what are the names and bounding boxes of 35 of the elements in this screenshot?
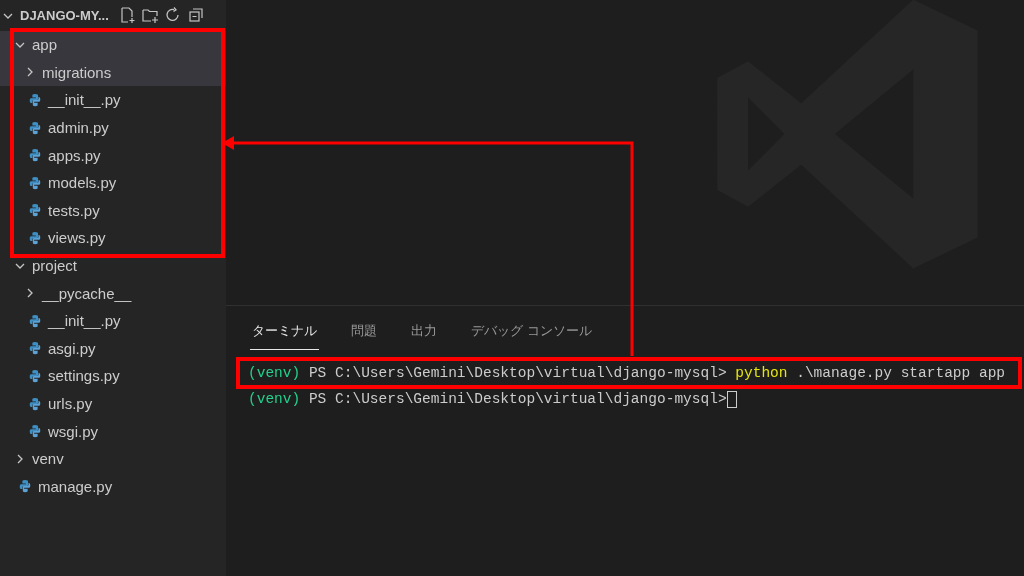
python-file-icon (18, 479, 32, 494)
python-file-icon (28, 175, 42, 190)
explorer-title: DJANGO-MY... (20, 8, 109, 23)
new-folder-icon[interactable] (141, 7, 159, 24)
python-file-icon (28, 148, 42, 163)
python-file-icon (28, 230, 42, 245)
python-file-icon (28, 396, 42, 411)
python-file-icon (28, 120, 42, 135)
new-file-icon[interactable] (118, 7, 136, 24)
python-file-icon (28, 313, 42, 328)
file-item[interactable]: asgi.py (0, 334, 226, 363)
folder-item[interactable]: venv (0, 444, 226, 473)
file-item[interactable]: admin.py (0, 113, 226, 142)
file-item[interactable]: apps.py (0, 141, 226, 169)
python-file-icon (28, 424, 42, 439)
python-file-icon (28, 203, 42, 218)
collapse-all-icon[interactable] (187, 7, 205, 24)
file-item[interactable]: settings.py (0, 362, 226, 390)
file-item[interactable]: urls.py (0, 389, 226, 418)
file-item[interactable]: tests.py (0, 196, 226, 225)
terminal-line: (venv) PS C:\Users\Gemini\Desktop\virtual\django-mysql> python .\manage.py startapp app (248, 364, 1006, 383)
file-item[interactable]: __init__.py (0, 86, 226, 114)
file-item[interactable]: manage.py (0, 472, 226, 501)
python-file-icon (28, 341, 42, 356)
folder-item[interactable]: __pycache__ (0, 279, 226, 307)
python-file-icon (28, 93, 42, 107)
folder-item[interactable]: project (0, 251, 226, 280)
file-item[interactable]: views.py (0, 224, 226, 252)
folder-item[interactable]: app (0, 31, 226, 59)
terminal-line: (venv) PS C:\Users\Gemini\Desktop\virtual\django-mysql> (248, 389, 737, 409)
file-item[interactable]: models.py (0, 168, 226, 197)
file-item[interactable]: __init__.py (0, 306, 226, 335)
refresh-icon[interactable] (164, 7, 182, 24)
file-item[interactable]: wsgi.py (0, 417, 226, 445)
python-file-icon (28, 368, 42, 383)
